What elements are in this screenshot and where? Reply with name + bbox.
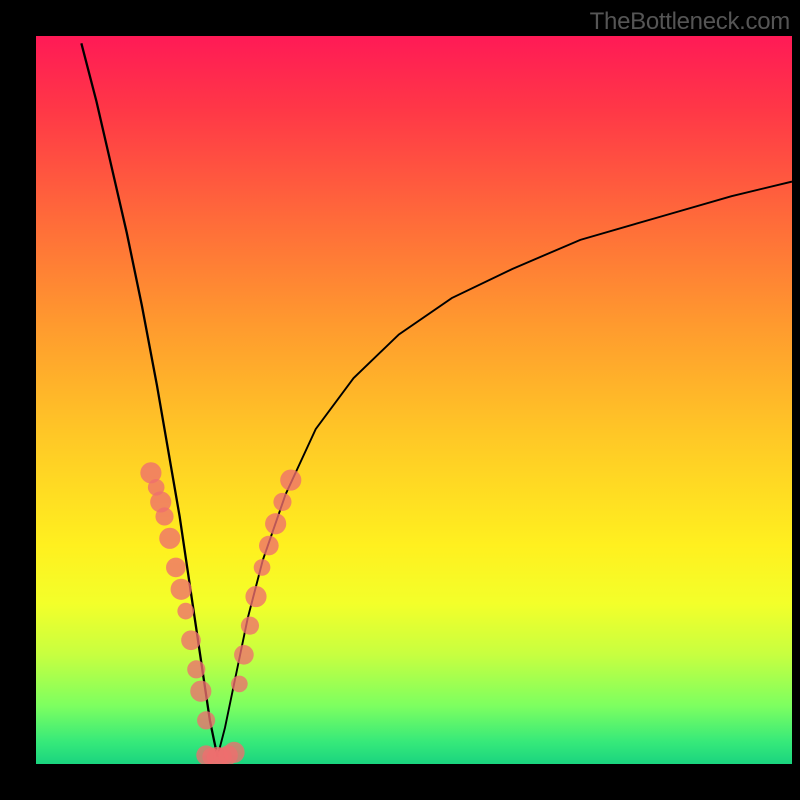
dot xyxy=(273,493,291,511)
dot xyxy=(223,742,244,763)
dot xyxy=(159,528,180,549)
dot xyxy=(171,579,192,600)
dot xyxy=(245,586,266,607)
dot xyxy=(190,681,211,702)
dot xyxy=(265,513,286,534)
dot xyxy=(231,676,248,693)
dot xyxy=(259,536,279,556)
curves-svg xyxy=(36,36,792,764)
dot xyxy=(150,491,171,512)
dot xyxy=(280,470,301,491)
dot xyxy=(166,558,186,578)
dot xyxy=(177,603,194,620)
right-branch-curve xyxy=(217,182,792,757)
dot xyxy=(234,645,254,665)
dot xyxy=(254,559,271,576)
dot xyxy=(181,630,201,650)
dot xyxy=(197,711,215,729)
plot-area xyxy=(36,36,792,764)
dot xyxy=(196,745,216,764)
watermark-text: TheBottleneck.com xyxy=(590,8,790,36)
left-branch-curve xyxy=(81,43,217,756)
dot xyxy=(140,462,161,483)
dot xyxy=(207,747,228,764)
scatter-dots xyxy=(140,462,301,764)
dot xyxy=(187,660,205,678)
dot xyxy=(214,748,232,764)
chart-frame: TheBottleneck.com xyxy=(0,0,800,800)
dot xyxy=(148,479,165,496)
dot xyxy=(241,617,259,635)
dot xyxy=(202,748,220,764)
dot xyxy=(155,507,173,525)
dot xyxy=(218,745,238,764)
